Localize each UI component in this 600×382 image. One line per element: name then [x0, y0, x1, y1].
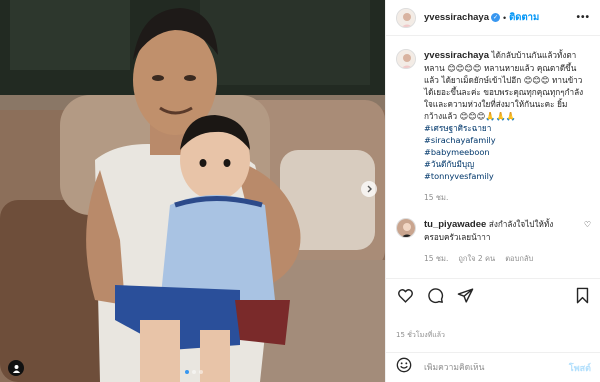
avatar[interactable] [396, 49, 416, 69]
comment-icon[interactable] [426, 287, 444, 305]
heart-icon-glyph [397, 289, 413, 303]
hashtag-link[interactable]: #tonnyvesfamily [424, 170, 584, 182]
emoji-icon[interactable] [396, 357, 412, 378]
hashtag-link[interactable]: #babymeeboon [424, 146, 584, 158]
comment-username[interactable]: tu_piyawadee [424, 219, 486, 230]
avatar[interactable] [396, 218, 416, 238]
post-side-panel: yvessirachaya ✓ • ติดตาม ••• yvessiracha… [385, 0, 600, 382]
carousel-dots [185, 370, 203, 374]
reply-button[interactable]: ตอบกลับ [505, 253, 533, 265]
more-options-icon[interactable]: ••• [576, 12, 590, 23]
comment-icon-glyph [427, 288, 443, 304]
hashtag-list: #เศรษฐาศิระฉายา #sirachayafamily #babyme… [424, 122, 584, 182]
add-comment-bar: โพสต์ [386, 352, 600, 382]
action-bar [386, 278, 600, 312]
verified-badge-icon: ✓ [490, 13, 500, 22]
carousel-dot [192, 370, 196, 374]
caption-time[interactable]: 15 ชม. [424, 192, 448, 204]
bookmark-icon[interactable] [573, 287, 591, 305]
profile-photo [397, 50, 415, 68]
caption-body: yvessirachaya ได้กลับบ้านกันแล้วทั้งตาหล… [424, 49, 584, 204]
avatar[interactable] [396, 7, 416, 28]
comment-time[interactable]: 15 ชม. [424, 253, 448, 265]
comment-input[interactable] [424, 362, 554, 373]
carousel-dot [199, 370, 203, 374]
photo-illustration [0, 0, 385, 382]
follow-button[interactable]: ติดตาม [509, 10, 539, 25]
carousel-dot [185, 370, 189, 374]
paper-plane-icon[interactable] [456, 287, 474, 305]
hashtag-link[interactable]: #sirachayafamily [424, 134, 584, 146]
post-timestamp[interactable]: 15 ชั่วโมงที่แล้ว [396, 330, 445, 341]
hashtag-link[interactable]: #วันดีกับมีบุญ [424, 158, 584, 170]
heart-icon[interactable] [396, 287, 414, 305]
post-photo [0, 0, 385, 382]
post-header: yvessirachaya ✓ • ติดตาม ••• [386, 0, 600, 36]
post-comment-button[interactable]: โพสต์ [569, 361, 591, 375]
comment-body: tu_piyawadee ส่งกำลังใจไปให้ทั้งครอบครัว… [424, 218, 574, 265]
comments-list: yvessirachaya ได้กลับบ้านกันแล้วทั้งตาหล… [386, 37, 600, 277]
next-photo-button[interactable] [361, 181, 377, 197]
paper-plane-icon-glyph [457, 288, 473, 303]
hashtag-link[interactable]: #เศรษฐาศิระฉายา [424, 122, 584, 134]
caption: yvessirachaya ได้กลับบ้านกันแล้วทั้งตาหล… [396, 49, 591, 204]
separator-dot: • [502, 12, 507, 23]
comment-meta: 15 ชม. ถูกใจ 2 คน ตอบกลับ [424, 253, 574, 265]
tagged-users-button[interactable] [8, 360, 24, 376]
caption-meta: 15 ชม. [424, 192, 584, 204]
profile-photo [397, 8, 415, 27]
comment-likes[interactable]: ถูกใจ 2 คน [458, 253, 495, 265]
post-username[interactable]: yvessirachaya [424, 12, 489, 23]
comment-item: tu_piyawadee ส่งกำลังใจไปให้ทั้งครอบครัว… [396, 218, 591, 265]
emoji-icon-glyph [396, 357, 412, 373]
chevron-right-icon [367, 185, 372, 193]
comment-like-icon[interactable]: ♡ [584, 220, 591, 229]
caption-username[interactable]: yvessirachaya [424, 50, 489, 61]
bookmark-icon-glyph [576, 287, 588, 304]
profile-photo [397, 219, 415, 237]
user-icon [12, 364, 20, 373]
